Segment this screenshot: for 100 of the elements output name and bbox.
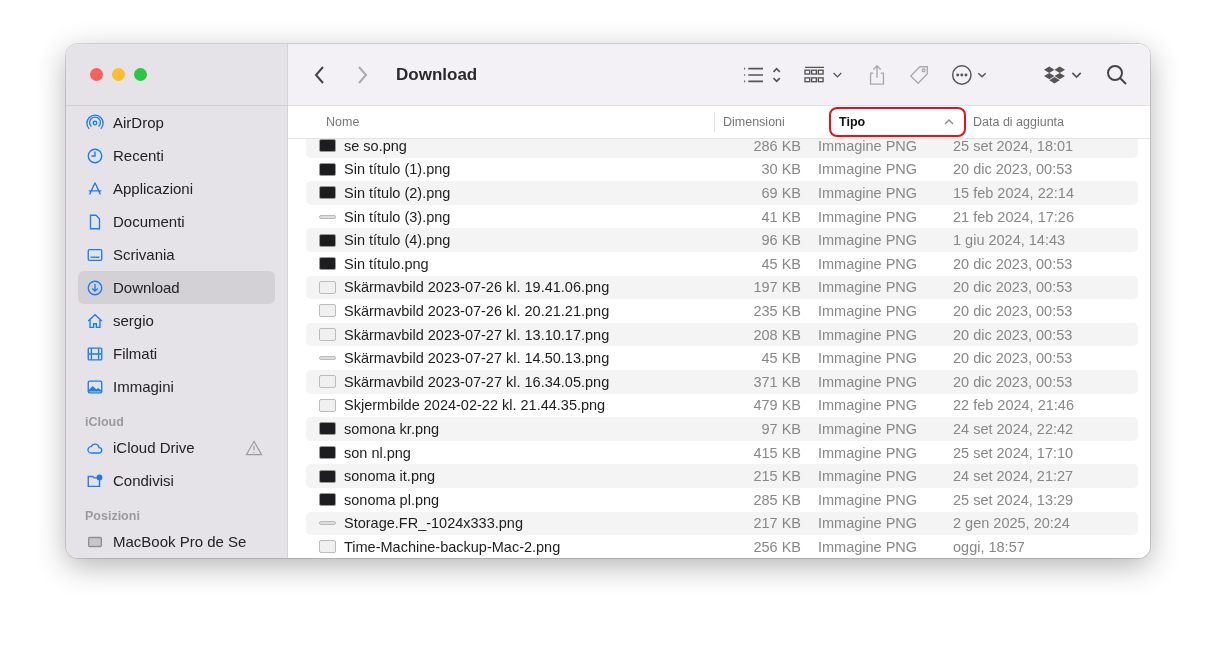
close-button[interactable] — [90, 68, 103, 81]
file-row[interactable]: Sin título (4).png 96 KB Immagine PNG 1 giu 2024, 14:43 — [306, 228, 1138, 252]
date-added: 21 feb 2024, 17:26 — [953, 208, 1075, 225]
file-row[interactable]: Sin título (1).png 30 KB Immagine PNG 20 dic 2023, 00:53 — [306, 157, 1138, 182]
file-name: sonoma pl.png — [344, 491, 441, 508]
date-added: 22 feb 2024, 21:46 — [953, 397, 1075, 414]
file-type: Immagine PNG — [817, 491, 919, 508]
file-row[interactable]: Sin título (3).png 41 KB Immagine PNG 21 feb 2024, 17:26 — [306, 204, 1138, 229]
sidebar-item[interactable]: AirDrop — [78, 106, 275, 139]
image-thumbnail-icon — [319, 139, 336, 153]
file-row[interactable]: Skärmavbild 2023-07-27 kl. 16.34.05.png 371 KB Immagine PNG 20 dic 2023, 00:53 — [306, 369, 1138, 394]
sidebar-item[interactable]: Filmati — [78, 337, 275, 370]
date-added: 20 dic 2023, 00:53 — [953, 326, 1074, 343]
file-type: Immagine PNG — [817, 185, 919, 201]
file-name: Sin título (3).png — [344, 208, 452, 225]
home-icon — [86, 311, 104, 330]
file-row[interactable]: Skärmavbild 2023-07-27 kl. 14.50.13.png 45 KB Immagine PNG 20 dic 2023, 00:53 — [306, 346, 1138, 370]
airdrop-icon — [86, 113, 104, 132]
minimize-button[interactable] — [112, 68, 125, 81]
image-thumbnail-icon — [319, 493, 336, 507]
file-size: 415 KB — [752, 444, 801, 461]
file-row[interactable]: son nl.png 415 KB Immagine PNG 25 set 2024, 17:10 — [306, 440, 1138, 465]
date-added: 20 dic 2023, 00:53 — [953, 350, 1074, 367]
file-type: Immagine PNG — [817, 232, 919, 249]
file-row[interactable]: sonoma it.png 215 KB Immagine PNG 24 set 2024, 21:27 — [306, 464, 1138, 488]
file-row[interactable]: somona kr.png 97 KB Immagine PNG 24 set 2024, 22:42 — [306, 417, 1138, 441]
file-row[interactable]: Storage.FR_-1024x333.png 217 KB Immagine PNG 2 gen 2025, 20:24 — [306, 511, 1138, 536]
forward-chevron-icon[interactable] — [356, 64, 368, 85]
date-added: 20 dic 2023, 00:53 — [953, 302, 1074, 319]
date-added: oggi, 18:57 — [953, 538, 1026, 555]
file-type: Immagine PNG — [817, 161, 919, 178]
file-row[interactable]: Skärmavbild 2023-07-26 kl. 20.21.21.png 235 KB Immagine PNG 20 dic 2023, 00:53 — [306, 299, 1138, 323]
sidebar-section-heading: Posizioni — [84, 508, 141, 525]
file-type: Immagine PNG — [817, 326, 919, 343]
file-row[interactable]: Sin título (2).png 69 KB Immagine PNG 15 feb 2024, 22:14 — [306, 181, 1138, 205]
file-row[interactable]: Skjermbilde 2024-02-22 kl. 21.44.35.png 479 KB Immagine PNG 22 feb 2024, 21:46 — [306, 393, 1138, 418]
column-header[interactable]: Dimensioni — [714, 112, 829, 132]
file-size: 479 KB — [752, 397, 801, 414]
image-thumbnail-icon — [319, 540, 336, 554]
column-header[interactable]: Data di aggiunta — [966, 106, 1150, 138]
file-size: 371 KB — [752, 373, 801, 390]
tag-icon[interactable] — [908, 63, 930, 86]
file-row[interactable]: se so.png 286 KB Immagine PNG 25 set 2024, 18:01 — [306, 139, 1138, 158]
file-row[interactable]: sonoma pl.png 285 KB Immagine PNG 25 set 2024, 13:29 — [306, 487, 1138, 512]
file-size: 97 KB — [760, 420, 801, 437]
sidebar-item[interactable]: Documenti — [78, 205, 275, 238]
file-type: Immagine PNG — [817, 373, 919, 390]
file-type: Immagine PNG — [817, 515, 919, 532]
file-row[interactable]: Skärmavbild 2023-07-27 kl. 13.10.17.png 208 KB Immagine PNG 20 dic 2023, 00:53 — [306, 322, 1138, 347]
warning-icon[interactable] — [245, 439, 263, 456]
sidebar-item[interactable]: MacBook Pro de Se — [78, 525, 275, 558]
file-size: 256 KB — [752, 538, 801, 555]
sidebar-item[interactable]: iCloud Drive — [78, 431, 275, 464]
date-added: 24 set 2024, 22:42 — [953, 420, 1075, 437]
film-icon — [86, 344, 104, 363]
file-row[interactable]: Sin título.png 45 KB Immagine PNG 20 dic 2023, 00:53 — [306, 251, 1138, 276]
column-header[interactable]: Tipo — [829, 107, 966, 137]
sidebar-item[interactable]: Download — [78, 271, 275, 304]
date-added: 25 set 2024, 17:10 — [953, 444, 1075, 461]
sidebar-item[interactable]: Immagini — [78, 370, 275, 403]
file-name: Time-Machine-backup-Mac-2.png — [344, 538, 562, 555]
file-name: Sin título.png — [344, 255, 430, 272]
date-added: 24 set 2024, 21:27 — [953, 468, 1075, 485]
sidebar-section-heading: iCloud — [84, 414, 125, 431]
file-type: Immagine PNG — [817, 538, 919, 555]
sidebar-item[interactable]: Applicazioni — [78, 172, 275, 205]
sidebar-item[interactable]: Recenti — [78, 139, 275, 172]
file-size: 96 KB — [760, 232, 801, 249]
file-name: Sin título (2).png — [344, 185, 452, 201]
date-added: 20 dic 2023, 00:53 — [953, 373, 1074, 390]
sidebar-item[interactable]: Scrivania — [78, 238, 275, 271]
file-size: 208 KB — [752, 326, 801, 343]
file-name: Skärmavbild 2023-07-26 kl. 20.21.21.png — [344, 302, 611, 319]
file-size: 41 KB — [760, 208, 801, 225]
file-row[interactable]: Time-Machine-backup-Mac-2.png 256 KB Immagine PNG oggi, 18:57 — [306, 535, 1138, 558]
sidebar-item[interactable]: sergio — [78, 304, 275, 337]
file-type: Immagine PNG — [817, 420, 919, 437]
file-type: Immagine PNG — [817, 302, 919, 319]
image-thumbnail-icon — [319, 469, 336, 483]
file-type: Immagine PNG — [817, 468, 919, 485]
file-row[interactable]: Skärmavbild 2023-07-26 kl. 19.41.06.png 197 KB Immagine PNG 20 dic 2023, 00:53 — [306, 275, 1138, 300]
back-chevron-icon[interactable] — [314, 64, 326, 85]
download-icon — [86, 278, 104, 297]
file-type: Immagine PNG — [817, 350, 919, 367]
file-type: Immagine PNG — [817, 208, 919, 225]
file-size: 217 KB — [752, 515, 801, 532]
image-thumbnail-icon — [319, 257, 336, 271]
sidebar-item[interactable]: Condivisi — [78, 464, 275, 497]
file-name: son nl.png — [344, 444, 412, 461]
file-type: Immagine PNG — [817, 444, 919, 461]
image-thumbnail-icon — [319, 162, 336, 176]
file-size: 286 KB — [752, 139, 801, 154]
search-icon[interactable] — [1106, 63, 1128, 86]
column-header[interactable]: Nome — [326, 106, 714, 138]
image-thumbnail-icon — [319, 446, 336, 459]
zoom-button[interactable] — [134, 68, 147, 81]
file-type: Immagine PNG — [817, 397, 919, 414]
file-type: Immagine PNG — [817, 255, 919, 272]
file-name: somona kr.png — [344, 420, 441, 437]
shared-icon — [86, 471, 104, 490]
